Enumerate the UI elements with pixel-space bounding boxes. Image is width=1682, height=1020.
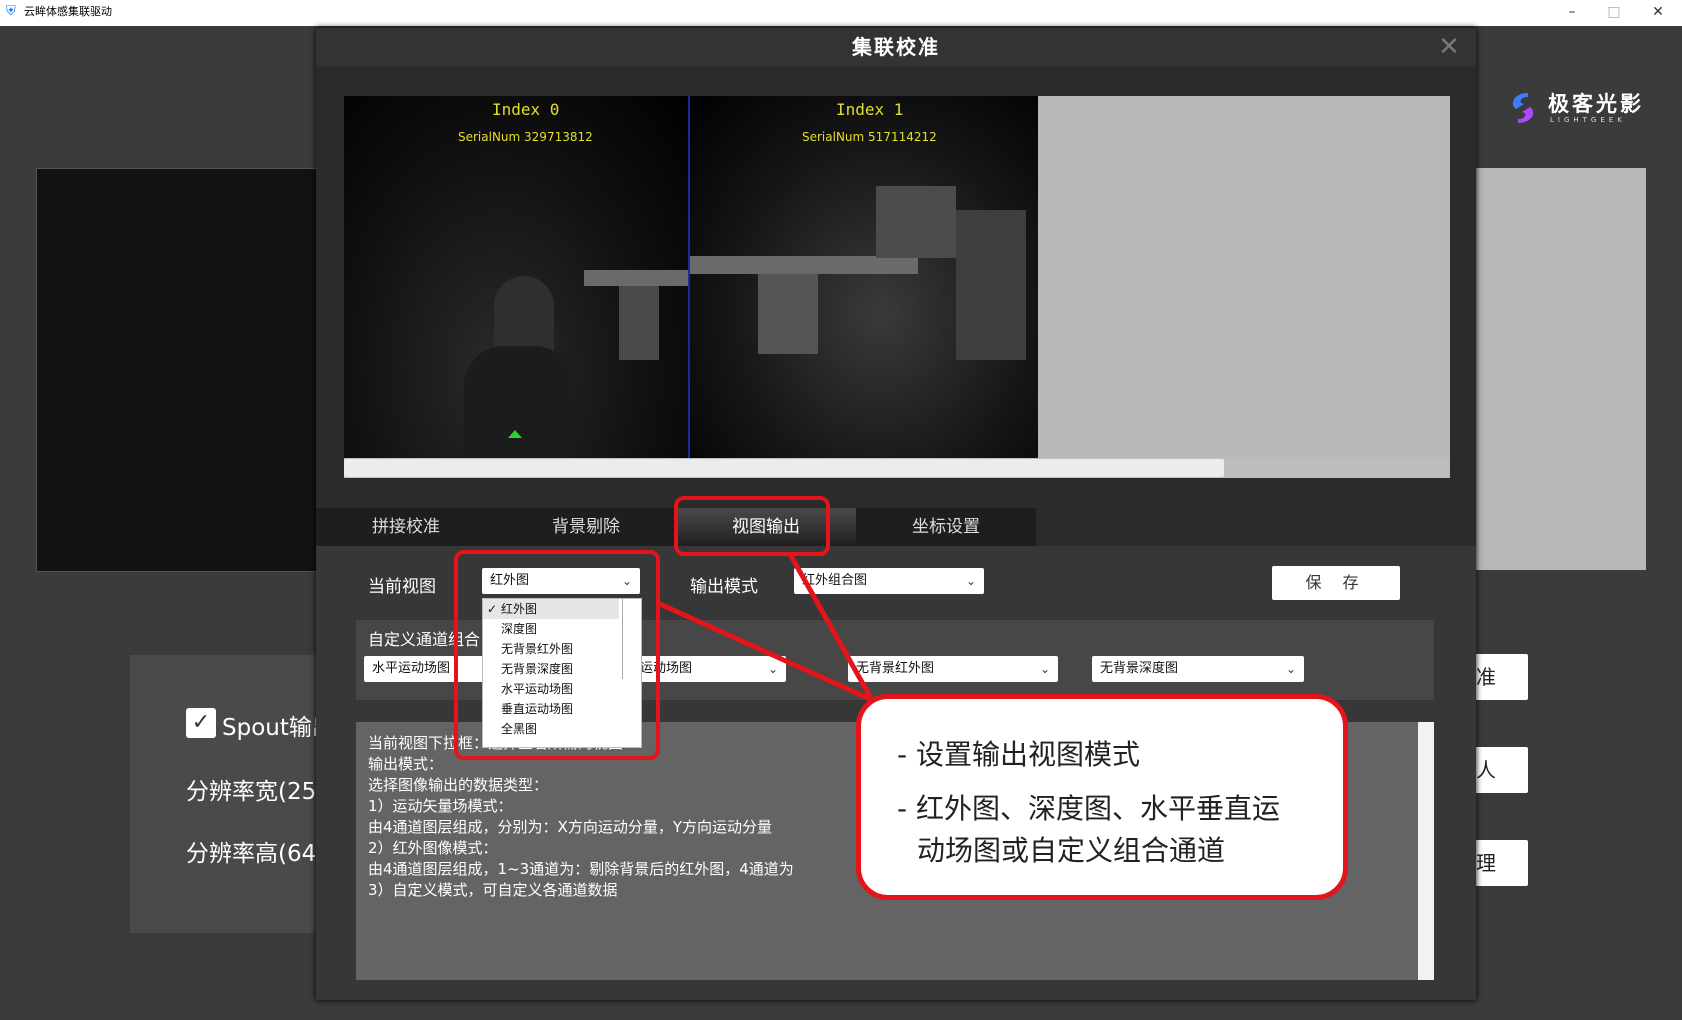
annotation-line-3: 动场图或自定义组合通道 xyxy=(917,834,1226,867)
annotation-pointer-line xyxy=(658,601,874,703)
highlight-dropdown-box xyxy=(454,550,660,760)
annotation-lines xyxy=(658,552,875,703)
annotation-line-1: - 设置输出视图模式 xyxy=(897,738,1141,771)
annotation-callout: - 设置输出视图模式 - 红外图、深度图、水平垂直运 动场图或自定义组合通道 xyxy=(856,694,1348,900)
highlight-tab-box xyxy=(674,496,830,556)
annotation-pointer-line xyxy=(787,552,875,702)
annotation-line-2: - 红外图、深度图、水平垂直运 xyxy=(897,792,1281,825)
